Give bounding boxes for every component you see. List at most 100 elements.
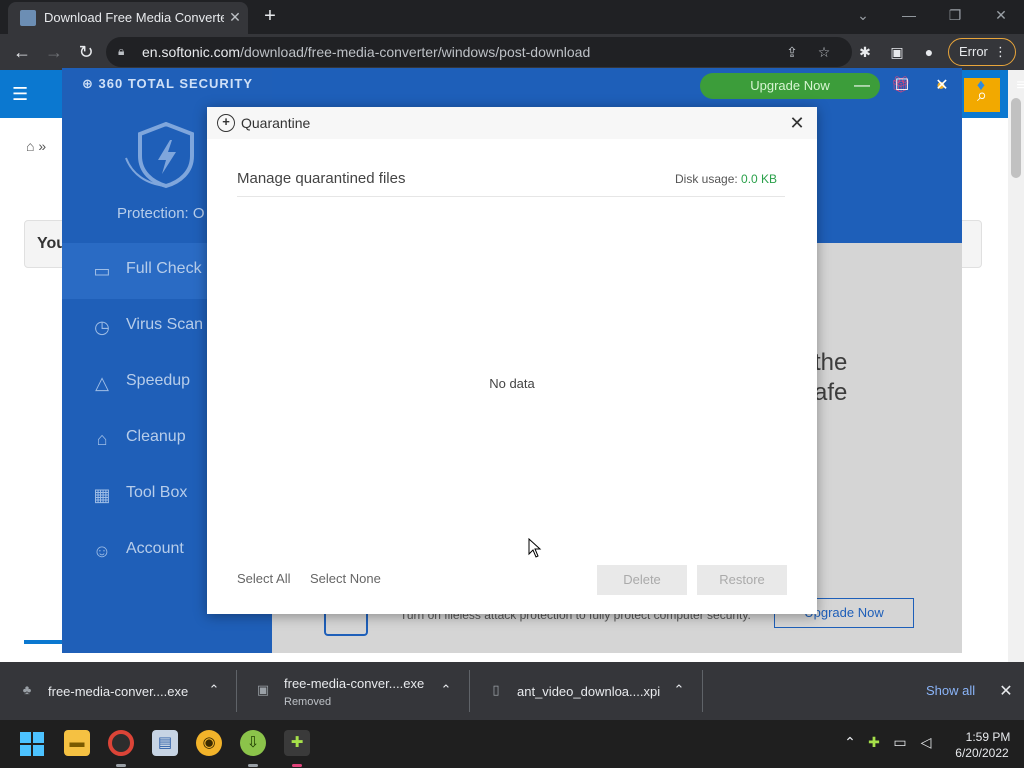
page-tab-indicator bbox=[24, 640, 64, 644]
download-filename: free-media-conver....exe bbox=[48, 684, 189, 699]
background-text-line: the bbox=[814, 349, 848, 376]
forward-button[interactable]: → bbox=[42, 40, 66, 64]
sidebar-item-label: Speedup bbox=[126, 372, 191, 389]
mouse-cursor-icon bbox=[528, 538, 542, 558]
downloads-bar: ♣ free-media-conver....exe ⌃ ▣ free-medi… bbox=[0, 662, 1024, 720]
toolbox-icon: ▦ bbox=[93, 485, 111, 505]
background-text-line: afe bbox=[814, 379, 848, 406]
favicon-icon bbox=[20, 10, 36, 26]
sidebar-item-label: Virus Scan bbox=[126, 316, 204, 333]
protection-status: Protection: O bbox=[117, 205, 205, 222]
new-tab-button[interactable]: + bbox=[258, 5, 282, 29]
download-app-icon[interactable]: ⇩ bbox=[240, 730, 266, 756]
disk-usage-label: Disk usage: bbox=[675, 172, 742, 186]
tab-strip: Download Free Media Converter ✕ + ⌄ — ❐ … bbox=[0, 0, 1024, 34]
installer-file-icon: ♣ bbox=[22, 682, 32, 697]
profile-icon[interactable]: ● bbox=[918, 41, 940, 63]
clock-date[interactable]: 6/20/2022 bbox=[948, 746, 1016, 760]
share-icon[interactable]: ⇪ bbox=[782, 42, 802, 62]
dialog-divider bbox=[237, 196, 785, 197]
tab-title: Download Free Media Converter bbox=[44, 10, 224, 25]
exe-file-icon: ▣ bbox=[256, 682, 270, 697]
tab-close-icon[interactable]: ✕ bbox=[226, 8, 244, 26]
installer-app-icon[interactable]: ▤ bbox=[152, 730, 178, 756]
menu-dots-icon: ⋮ bbox=[994, 44, 1007, 59]
downloads-close-icon[interactable]: ✕ bbox=[996, 681, 1016, 701]
home-icon[interactable]: ⌂ » bbox=[26, 138, 46, 154]
app-minimize-icon[interactable]: — bbox=[851, 76, 873, 96]
url-host: en.softonic.com bbox=[142, 44, 241, 60]
url-path: /download/free-media-converter/windows/p… bbox=[240, 44, 591, 60]
taskbar-running-indicator bbox=[116, 764, 126, 767]
scrollbar-thumb[interactable] bbox=[1011, 98, 1021, 178]
error-label: Error bbox=[959, 44, 988, 59]
quarantine-dialog: + Quarantine ✕ Manage quarantined files … bbox=[207, 107, 817, 614]
extensions-icon[interactable]: ✱ bbox=[854, 41, 876, 63]
dialog-title: Quarantine bbox=[241, 115, 311, 131]
disk-usage-value: 0.0 KB bbox=[741, 172, 778, 186]
close-window-button[interactable]: ✕ bbox=[986, 4, 1016, 26]
dialog-heading: Manage quarantined files bbox=[237, 170, 406, 187]
app-menu-icon[interactable]: ≡ bbox=[1010, 76, 1024, 96]
select-all-link[interactable]: Select All bbox=[237, 571, 290, 586]
hamburger-icon[interactable]: ☰ bbox=[12, 84, 34, 104]
minimize-button[interactable]: — bbox=[894, 4, 924, 26]
chevron-up-icon[interactable]: ⌃ bbox=[438, 682, 454, 698]
url-text: en.softonic.com/download/free-media-conv… bbox=[142, 44, 590, 60]
download-filename: free-media-conver....exe bbox=[284, 676, 425, 691]
shield-icon bbox=[125, 122, 194, 188]
account-icon: ☺ bbox=[92, 541, 112, 561]
clock-time[interactable]: 1:59 PM bbox=[960, 730, 1016, 744]
taskbar: ▬ ▤ ◉ ⇩ ✚ ⌃ ✚ ▭ ◁ 1:59 PM 6/20/2022 bbox=[0, 720, 1024, 768]
vpn-app-icon[interactable]: ◉ bbox=[196, 730, 222, 756]
tray-security-icon[interactable]: ✚ bbox=[864, 734, 884, 751]
restore-button[interactable]: ❐ bbox=[940, 4, 970, 26]
back-button[interactable]: ← bbox=[10, 40, 34, 64]
error-button[interactable]: Error ⋮ bbox=[948, 38, 1016, 66]
empty-state-text: No data bbox=[489, 376, 535, 391]
bookmark-star-icon[interactable]: ☆ bbox=[814, 42, 834, 62]
reload-button[interactable]: ↻ bbox=[74, 40, 98, 64]
background-text: the afe bbox=[814, 348, 847, 408]
sidebar-item-label: Full Check bbox=[126, 260, 202, 277]
chrome-icon[interactable] bbox=[108, 730, 134, 756]
rocket-icon: △ bbox=[95, 373, 109, 393]
chevron-up-icon[interactable]: ⌃ bbox=[206, 682, 222, 698]
show-all-link[interactable]: Show all bbox=[926, 683, 975, 698]
quarantine-icon: + bbox=[217, 114, 235, 132]
address-bar[interactable]: 🔒︎ en.softonic.com/download/free-media-c… bbox=[106, 37, 852, 67]
chevron-up-icon[interactable]: ⌃ bbox=[671, 682, 687, 698]
dialog-close-button[interactable]: ✕ bbox=[785, 111, 809, 135]
lock-icon[interactable]: 🔒︎ bbox=[118, 44, 132, 58]
windows-start-icon[interactable] bbox=[20, 732, 44, 756]
app-logo: ⊕ 360 TOTAL SECURITY bbox=[82, 76, 254, 91]
side-panel-icon[interactable]: ▣ bbox=[886, 41, 908, 63]
dialog-titlebar: + Quarantine ✕ bbox=[207, 107, 817, 139]
taskbar-active-indicator bbox=[292, 764, 302, 767]
download-status: Removed bbox=[284, 696, 332, 708]
app-maximize-icon[interactable]: ☐ bbox=[891, 76, 913, 96]
virus-scan-icon: ◷ bbox=[94, 317, 110, 337]
restore-button[interactable]: Restore bbox=[697, 565, 787, 595]
security-app-icon[interactable]: ✚ bbox=[284, 730, 310, 756]
browser-toolbar: ← → ↻ 🔒︎ en.softonic.com/download/free-m… bbox=[0, 34, 1024, 70]
tray-display-icon[interactable]: ▭ bbox=[890, 734, 910, 751]
download-item[interactable]: ♣ free-media-conver....exe ⌃ bbox=[0, 662, 236, 720]
page-scrollbar[interactable] bbox=[1008, 70, 1024, 662]
tray-chevron-icon[interactable]: ⌃ bbox=[840, 734, 860, 751]
skin-icon[interactable]: ♦ bbox=[970, 76, 992, 96]
download-item[interactable]: ▣ free-media-conver....exe Removed ⌃ bbox=[236, 662, 469, 720]
app-close-icon[interactable]: ✕ bbox=[931, 76, 953, 96]
file-explorer-icon[interactable]: ▬ bbox=[64, 730, 90, 756]
monitor-icon: ▭ bbox=[93, 261, 111, 281]
sidebar-item-label: Tool Box bbox=[126, 484, 188, 501]
download-item[interactable]: ▯ ant_video_downloa....xpi ⌃ bbox=[469, 662, 702, 720]
browser-tab[interactable]: Download Free Media Converter ✕ bbox=[8, 2, 248, 34]
download-filename: ant_video_downloa....xpi bbox=[517, 684, 661, 699]
sidebar-item-label: Cleanup bbox=[126, 428, 186, 445]
delete-button[interactable]: Delete bbox=[597, 565, 687, 595]
app-logo-text: 360 TOTAL SECURITY bbox=[98, 76, 254, 91]
tab-search-icon[interactable]: ⌄ bbox=[848, 4, 878, 26]
tray-volume-icon[interactable]: ◁ bbox=[916, 734, 936, 751]
select-none-link[interactable]: Select None bbox=[310, 571, 381, 586]
